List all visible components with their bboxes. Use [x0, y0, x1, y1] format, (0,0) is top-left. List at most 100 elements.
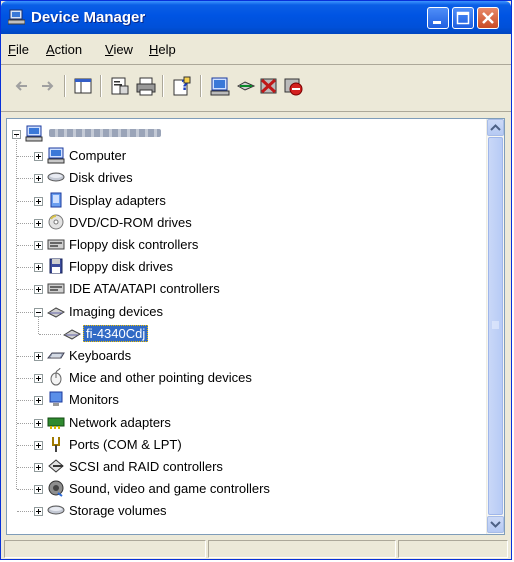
expand-icon[interactable] [34, 485, 43, 495]
device-item[interactable]: fi-4340Cdj [7, 316, 477, 345]
category-label: Computer [69, 148, 127, 164]
status-panel-2 [208, 540, 396, 558]
controller-icon [47, 239, 65, 250]
sound-icon [48, 480, 64, 497]
category-item[interactable]: DVD/CD-ROM drives [7, 212, 477, 234]
expand-icon[interactable] [34, 463, 43, 472]
toolbar: ? [1, 65, 511, 111]
category-label: Monitors [69, 392, 119, 408]
vertical-scrollbar[interactable] [486, 119, 504, 534]
expand-icon[interactable] [34, 174, 43, 184]
chevron-up-icon [490, 124, 501, 131]
menu-help[interactable]: Help [149, 42, 176, 57]
category-label: Keyboards [69, 348, 132, 363]
port-icon [52, 436, 60, 452]
category-item[interactable]: Monitors [7, 389, 477, 411]
back-icon[interactable] [11, 75, 33, 97]
disk-icon [47, 172, 65, 182]
minimize-button[interactable] [427, 7, 449, 29]
category-label: Network adapters [69, 414, 171, 430]
expand-icon[interactable] [34, 507, 43, 517]
device-manager-icon [8, 9, 25, 25]
expand-icon[interactable] [34, 396, 43, 406]
thumb-grip-icon [492, 321, 499, 329]
expand-icon[interactable] [34, 374, 43, 384]
chevron-down-icon [490, 521, 501, 528]
toolbar-divider [1, 111, 511, 112]
menu-view[interactable]: View [105, 42, 133, 57]
computer-icon [47, 147, 65, 164]
device-tree-pane: Computer Disk drives Display adapters DVD/C… [6, 118, 505, 535]
computer-name-blur [49, 129, 161, 137]
expand-icon[interactable] [34, 196, 43, 206]
category-item[interactable]: Floppy disk drives [7, 256, 477, 278]
category-item[interactable]: SCSI and RAID controllers [7, 456, 477, 478]
maximize-icon [456, 11, 470, 25]
toolbar-separator [64, 75, 66, 97]
scroll-thumb[interactable] [488, 137, 503, 515]
scan-hardware-icon[interactable] [209, 75, 231, 97]
category-item[interactable]: Ports (COM & LPT) [7, 434, 477, 456]
expand-icon[interactable] [34, 440, 43, 450]
properties-icon[interactable] [109, 75, 131, 97]
category-item[interactable]: Imaging devices [7, 301, 477, 323]
uninstall-icon[interactable] [258, 75, 280, 97]
expand-icon[interactable] [34, 352, 43, 361]
toolbar-separator [162, 75, 164, 97]
category-label: Floppy disk drives [69, 259, 174, 275]
selected-device-label: fi-4340Cdj [83, 324, 149, 342]
menu-bar: File Action View Help [1, 34, 511, 64]
expand-icon[interactable] [34, 285, 43, 295]
expand-icon[interactable] [34, 263, 43, 273]
computer-icon [25, 125, 43, 142]
cdrom-icon [48, 214, 64, 230]
category-item[interactable]: Display adapters [7, 190, 477, 212]
category-label: Floppy disk controllers [69, 237, 199, 252]
minimize-icon [433, 21, 441, 24]
category-item[interactable]: Mice and other pointing devices [7, 367, 477, 389]
update-driver-icon[interactable] [235, 75, 257, 97]
category-item[interactable]: Keyboards [7, 345, 477, 367]
category-label: Display adapters [69, 192, 166, 208]
maximize-button[interactable] [452, 7, 474, 29]
collapse-icon[interactable] [34, 307, 43, 317]
console-tree-icon[interactable] [72, 75, 94, 97]
display-icon [50, 192, 62, 208]
expand-icon[interactable] [34, 241, 43, 250]
menu-file[interactable]: File [8, 42, 29, 57]
scroll-up-button[interactable] [487, 119, 504, 136]
category-item[interactable]: Floppy disk controllers [7, 234, 477, 256]
print-icon[interactable] [135, 75, 157, 97]
toolbar-separator [100, 75, 102, 97]
category-label: Ports (COM & LPT) [69, 436, 182, 452]
help-icon[interactable]: ? [171, 75, 193, 97]
category-item[interactable]: Sound, video and game controllers [7, 478, 477, 500]
storage-icon [47, 505, 65, 515]
disable-icon[interactable] [282, 75, 304, 97]
close-icon [482, 12, 494, 24]
scanner-icon [63, 329, 81, 340]
expand-icon[interactable] [34, 218, 43, 228]
toolbar-separator [200, 75, 202, 97]
menu-action[interactable]: Action [46, 42, 82, 57]
title-bar[interactable]: Device Manager [1, 1, 511, 34]
category-item[interactable]: Network adapters [7, 412, 477, 434]
expand-icon[interactable] [34, 152, 43, 162]
window-title: Device Manager [31, 9, 146, 26]
floppy-icon [49, 258, 63, 274]
close-button[interactable] [477, 7, 499, 29]
tree-root[interactable] [7, 123, 477, 145]
category-label: Disk drives [69, 170, 133, 186]
controller-icon [47, 283, 65, 294]
category-label: Storage volumes [69, 503, 167, 519]
scroll-down-button[interactable] [487, 516, 504, 533]
scanner-icon [47, 307, 65, 318]
category-item[interactable]: Disk drives [7, 167, 477, 189]
expand-icon[interactable] [34, 418, 43, 428]
mouse-icon [50, 368, 62, 386]
forward-icon[interactable] [36, 75, 58, 97]
category-item[interactable]: Storage volumes [7, 500, 477, 522]
category-item[interactable]: Computer [7, 145, 477, 167]
keyboard-icon [47, 352, 65, 359]
category-item[interactable]: IDE ATA/ATAPI controllers [7, 278, 477, 300]
